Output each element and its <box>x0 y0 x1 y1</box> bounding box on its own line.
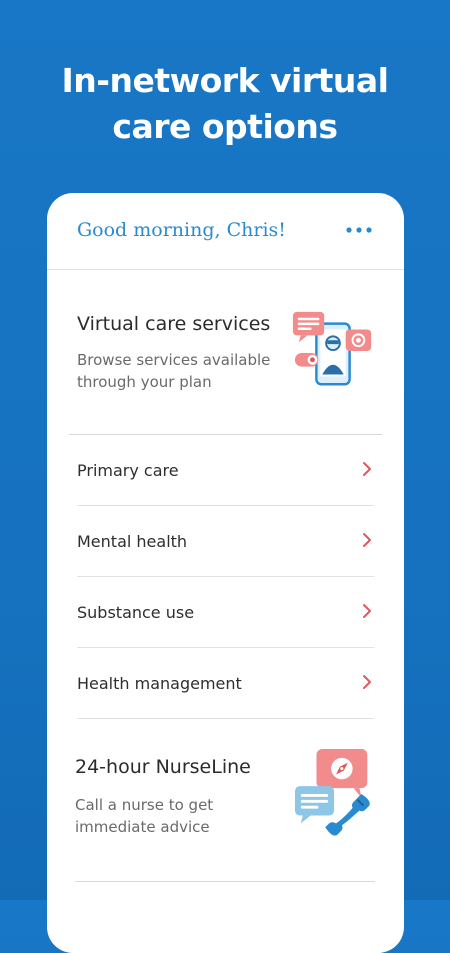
virtual-care-title: Virtual care services <box>77 313 271 335</box>
more-horizontal-icon[interactable] <box>344 220 374 240</box>
nurse-call-illustration <box>294 749 370 836</box>
telehealth-phone-illustration <box>292 311 372 386</box>
app-header: Good morning, Chris! <box>47 193 404 270</box>
promo-title-line-1: In-network virtual <box>61 61 389 100</box>
virtual-care-description: Browse services available through your p… <box>77 351 271 391</box>
nurseline-title: 24-hour NurseLine <box>75 756 251 778</box>
menu-item-mental-health[interactable]: Mental health <box>77 506 374 577</box>
menu-item-health-management[interactable]: Health management <box>77 648 374 719</box>
chevron-right-icon <box>363 533 371 547</box>
greeting-text: Good morning, Chris! <box>77 219 286 241</box>
chevron-right-icon <box>363 462 371 476</box>
menu-item-substance-use[interactable]: Substance use <box>77 577 374 648</box>
menu-item-label: Health management <box>77 674 242 693</box>
care-category-list: Primary care Mental health Substance use… <box>77 435 374 719</box>
section-divider-bottom <box>75 881 375 882</box>
menu-item-primary-care[interactable]: Primary care <box>77 435 374 506</box>
virtual-care-services-card[interactable]: Virtual care services Browse services av… <box>69 288 382 433</box>
chevron-right-icon <box>363 604 371 618</box>
promo-title-line-2: care options <box>112 107 338 146</box>
phone-screen: Good morning, Chris! Virtual care servic… <box>47 193 404 953</box>
chevron-right-icon <box>363 675 371 689</box>
menu-item-label: Mental health <box>77 532 188 551</box>
nurseline-description: Call a nurse to get immediate advice <box>75 796 214 836</box>
menu-item-label: Substance use <box>77 603 195 622</box>
promo-title: In-network virtual care options <box>0 58 450 150</box>
menu-item-label: Primary care <box>77 461 179 480</box>
nurseline-card[interactable]: 24-hour NurseLine Call a nurse to get im… <box>69 716 382 881</box>
